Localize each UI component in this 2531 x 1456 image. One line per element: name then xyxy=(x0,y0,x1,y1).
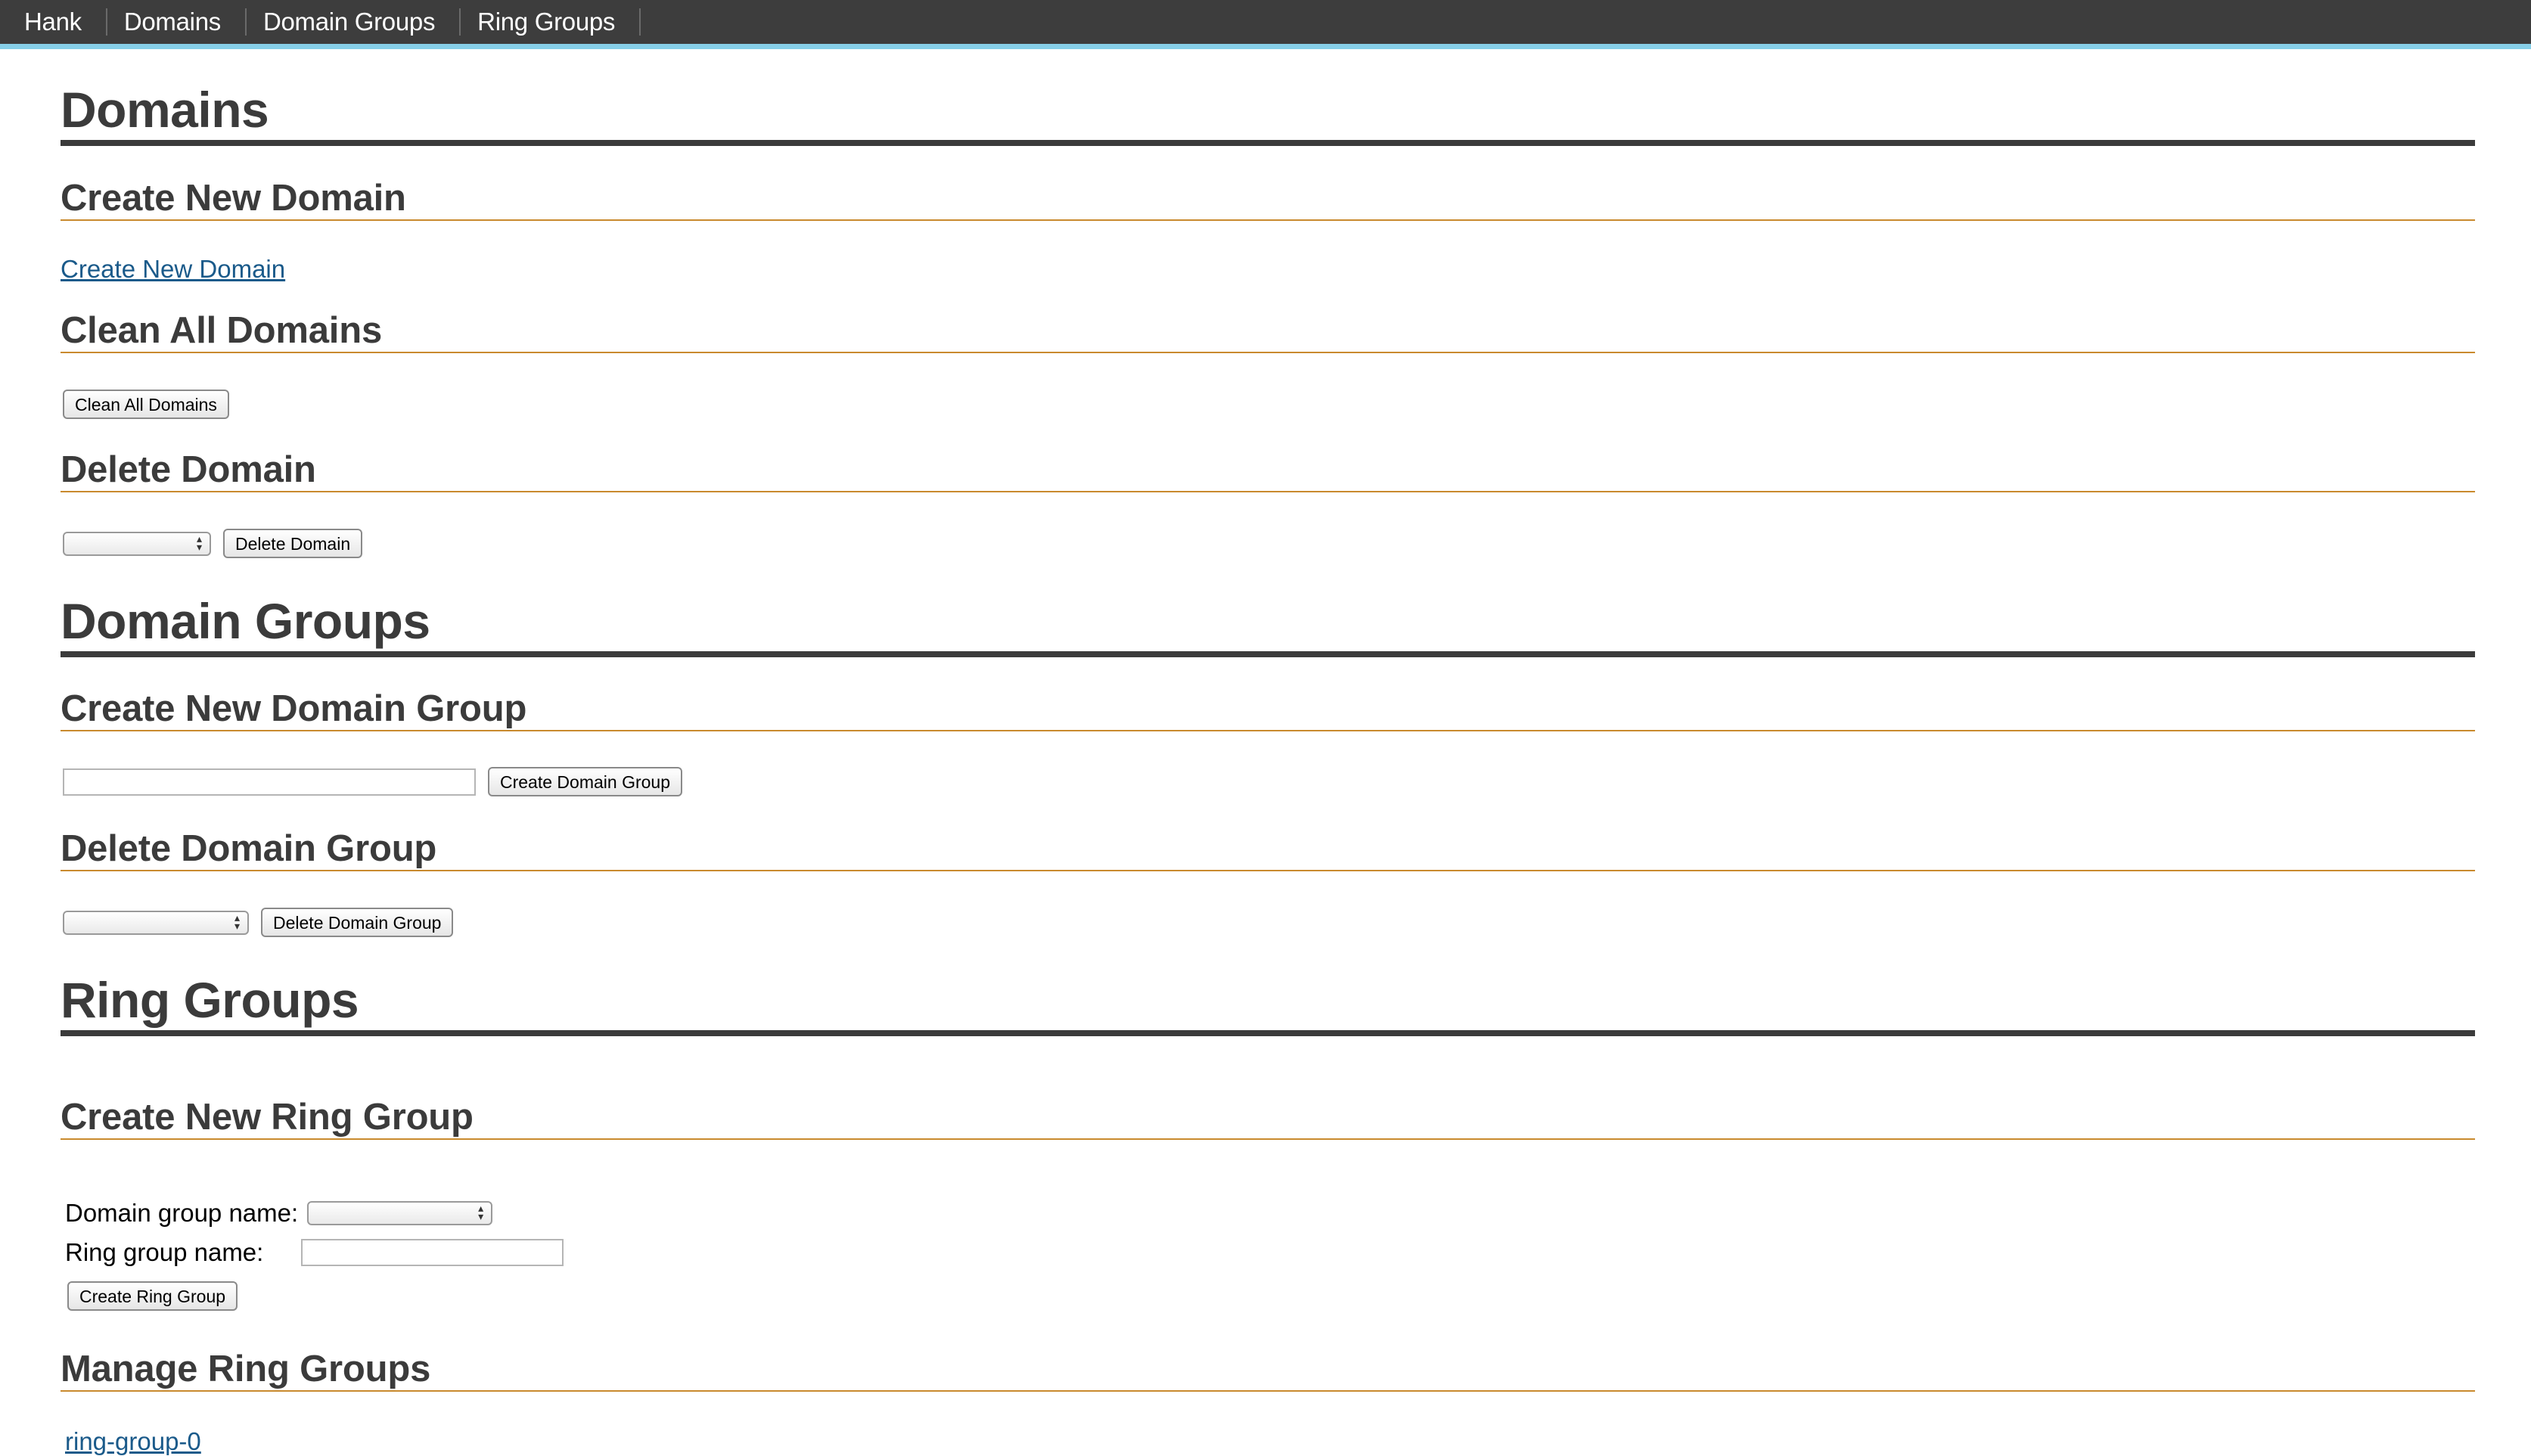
ring-group-name-input[interactable] xyxy=(301,1239,564,1266)
nav-item-hank[interactable]: Hank xyxy=(8,8,107,36)
delete-domain-select[interactable]: ▴ ▾ xyxy=(63,531,211,556)
delete-domain-button[interactable]: Delete Domain xyxy=(223,529,363,558)
ring-group-link[interactable]: ring-group-0 xyxy=(65,1427,201,1456)
clean-domains-heading: Clean All Domains xyxy=(61,310,2475,353)
ring-group-name-row: Ring group name: xyxy=(65,1238,564,1267)
domain-group-name-select[interactable]: ▴ ▾ xyxy=(307,1201,493,1225)
manage-ring-groups-heading: Manage Ring Groups xyxy=(61,1349,2475,1392)
delete-domain-row: ▴ ▾ Delete Domain xyxy=(63,529,363,558)
domain-group-name-label: Domain group name: xyxy=(65,1199,299,1227)
nav-item-domain-groups[interactable]: Domain Groups xyxy=(247,8,461,36)
delete-domain-group-row: ▴ ▾ Delete Domain Group xyxy=(63,908,454,937)
nav-item-ring-groups[interactable]: Ring Groups xyxy=(461,8,641,36)
create-domain-group-button[interactable]: Create Domain Group xyxy=(488,767,682,796)
clean-all-domains-button[interactable]: Clean All Domains xyxy=(63,390,229,419)
delete-domain-group-button[interactable]: Delete Domain Group xyxy=(261,908,454,937)
delete-domain-group-select[interactable]: ▴ ▾ xyxy=(63,910,249,935)
top-nav: Hank Domains Domain Groups Ring Groups xyxy=(0,0,2531,49)
create-domain-group-row: Create Domain Group xyxy=(63,767,682,796)
nav-item-domains[interactable]: Domains xyxy=(107,8,247,36)
select-arrows-icon: ▴ ▾ xyxy=(196,532,202,553)
ring-group-name-label: Ring group name: xyxy=(65,1238,264,1266)
create-ring-group-button[interactable]: Create Ring Group xyxy=(67,1281,238,1311)
delete-domain-heading: Delete Domain xyxy=(61,449,2475,492)
create-domain-group-heading: Create New Domain Group xyxy=(61,688,2475,731)
domains-title: Domains xyxy=(61,83,2475,146)
select-arrows-icon: ▴ ▾ xyxy=(478,1202,484,1222)
create-domain-link[interactable]: Create New Domain xyxy=(61,255,285,284)
delete-domain-group-heading: Delete Domain Group xyxy=(61,828,2475,871)
ring-groups-title: Ring Groups xyxy=(61,973,2475,1036)
select-arrows-icon: ▴ ▾ xyxy=(234,911,240,932)
create-domain-heading: Create New Domain xyxy=(61,178,2475,221)
domain-group-name-row: Domain group name: ▴ ▾ xyxy=(65,1199,493,1228)
create-ring-group-heading: Create New Ring Group xyxy=(61,1097,2475,1140)
domain-group-name-input[interactable] xyxy=(63,768,476,796)
domain-groups-title: Domain Groups xyxy=(61,595,2475,657)
